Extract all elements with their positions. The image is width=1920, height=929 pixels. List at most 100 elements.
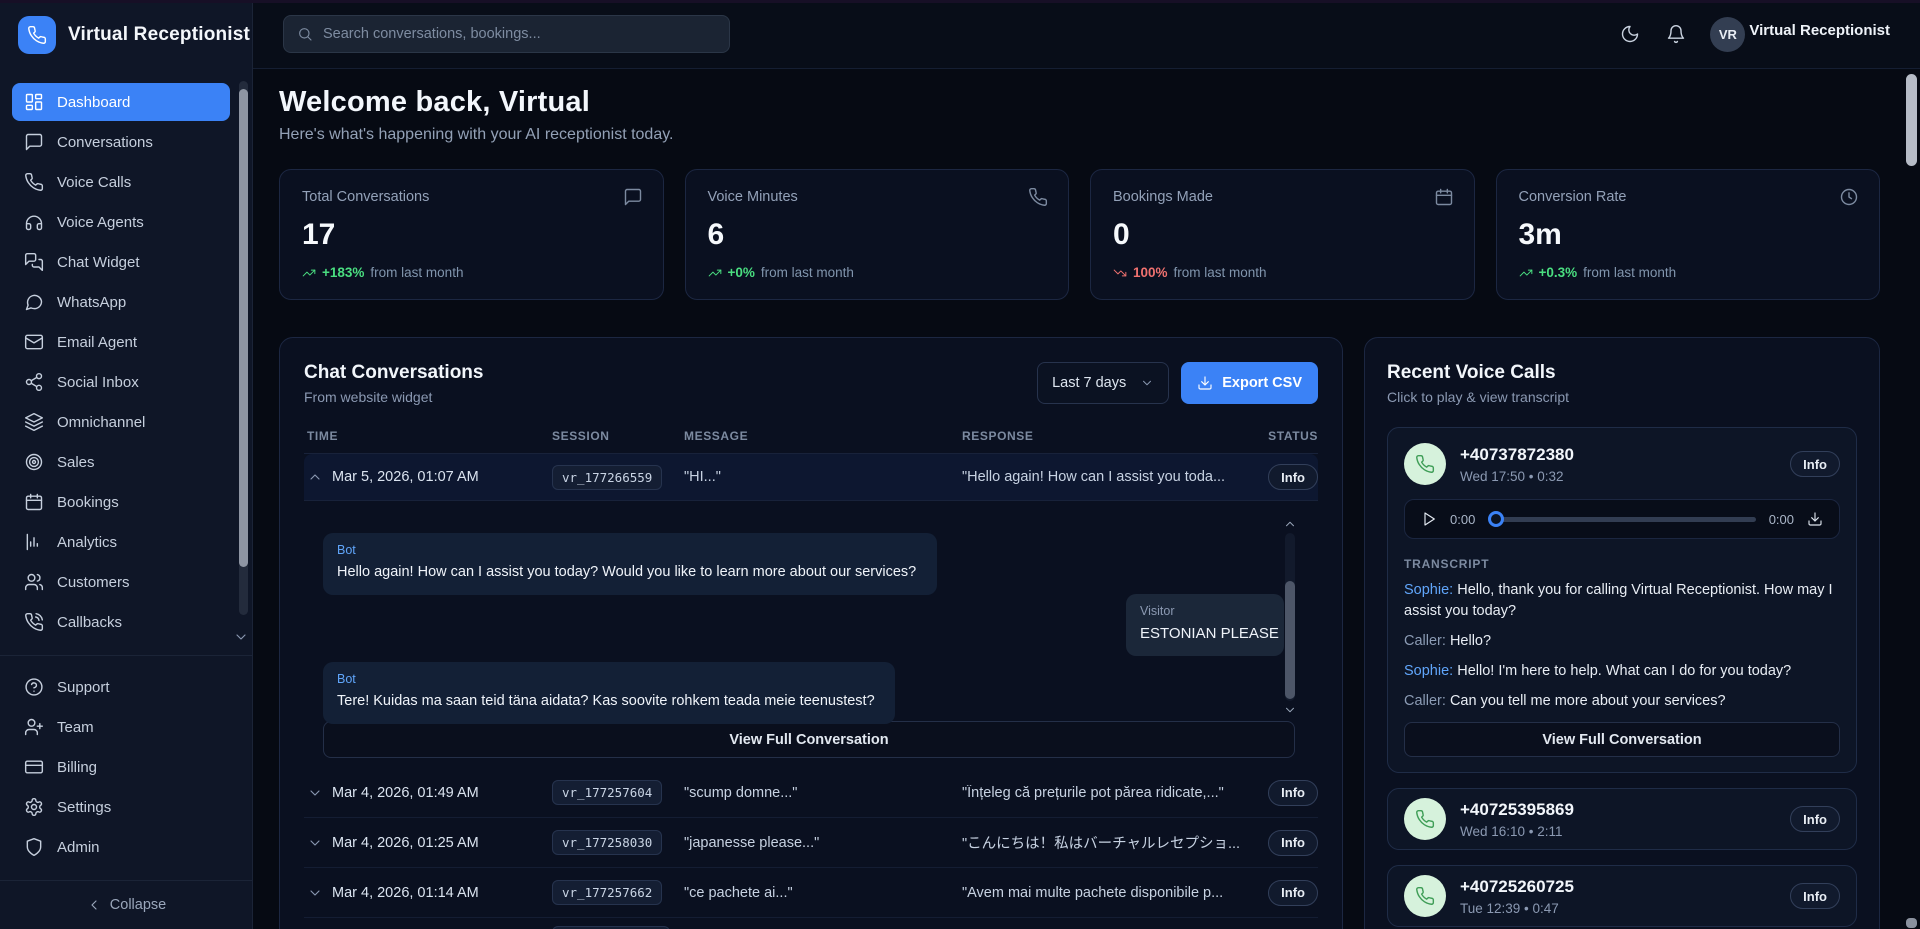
- voice-call-card[interactable]: +40725395869 Wed 16:10 • 2:11 Info: [1387, 788, 1857, 850]
- voice-call-card[interactable]: +40725260725 Tue 12:39 • 0:47 Info: [1387, 865, 1857, 927]
- notifications-bell-icon[interactable]: [1664, 22, 1688, 46]
- table-row[interactable]: Mar 4, 2026, 01:25 AM vr_177258030 "japa…: [304, 818, 1318, 868]
- sidebar-item-sales[interactable]: Sales: [12, 443, 230, 481]
- chevron-down-icon[interactable]: [307, 835, 332, 851]
- phone-icon: [1404, 798, 1446, 840]
- seek-slider[interactable]: [1488, 511, 1755, 527]
- sidebar-item-label: Admin: [57, 839, 100, 856]
- sidebar-item-customers[interactable]: Customers: [12, 563, 230, 601]
- transcript-text: Hello, thank you for calling Virtual Rec…: [1404, 582, 1833, 619]
- table-row[interactable]: Mar 5, 2026, 01:07 AM vr_177266559 "HI..…: [304, 454, 1318, 501]
- sidebar-item-label: Support: [57, 679, 110, 696]
- window-scrollbar-thumb[interactable]: [1906, 74, 1917, 166]
- date-range-value: Last 7 days: [1052, 375, 1126, 391]
- sidebar-item-admin[interactable]: Admin: [12, 828, 230, 866]
- sidebar-item-billing[interactable]: Billing: [12, 748, 230, 786]
- sidebar-item-label: Social Inbox: [57, 374, 139, 391]
- sidebar-item-support[interactable]: Support: [12, 668, 230, 706]
- chat-panel-title: Chat Conversations: [304, 362, 483, 384]
- sidebar-item-voice-agents[interactable]: Voice Agents: [12, 203, 230, 241]
- window-scrollbar-bottom[interactable]: [1906, 918, 1917, 928]
- sidebar-item-email-agent[interactable]: Email Agent: [12, 323, 230, 361]
- row-response: "Înțeleg că prețurile pot părea ridicate…: [962, 785, 1264, 801]
- row-response: "こんにちは！私はバーチャルレセプショ...: [962, 832, 1264, 853]
- message-square-icon: [24, 132, 44, 152]
- sidebar-item-settings[interactable]: Settings: [12, 788, 230, 826]
- play-button[interactable]: [1421, 511, 1437, 527]
- sidebar-item-label: Sales: [57, 454, 95, 471]
- sidebar-item-bookings[interactable]: Bookings: [12, 483, 230, 521]
- scroll-down-chevron-icon[interactable]: [1283, 703, 1297, 717]
- window-scrollbar[interactable]: [1906, 72, 1918, 929]
- user-menu[interactable]: VR Virtual Receptionist: [1710, 17, 1890, 52]
- sidebar: Virtual Receptionist Dashboard Conversat…: [0, 0, 253, 929]
- info-badge[interactable]: Info: [1790, 451, 1840, 477]
- sidebar-item-team[interactable]: Team: [12, 708, 230, 746]
- phone-icon: [1404, 443, 1446, 485]
- headphones-icon: [24, 212, 44, 232]
- info-badge[interactable]: Info: [1268, 464, 1318, 490]
- sidebar-item-whatsapp[interactable]: WhatsApp: [12, 283, 230, 321]
- chevron-down-icon[interactable]: [307, 785, 332, 801]
- speaker-label: Sophie:: [1404, 663, 1453, 679]
- call-number: +40725260725: [1460, 877, 1574, 897]
- trending-up-icon: [302, 266, 316, 280]
- info-badge[interactable]: Info: [1790, 883, 1840, 909]
- sidebar-item-omnichannel[interactable]: Omnichannel: [12, 403, 230, 441]
- total-time: 0:00: [1769, 512, 1794, 527]
- sidebar-item-social-inbox[interactable]: Social Inbox: [12, 363, 230, 401]
- stat-value: 6: [708, 218, 1047, 252]
- sidebar-item-dashboard[interactable]: Dashboard: [12, 83, 230, 121]
- bubble-text: Tere! Kuidas ma saan teid täna aidata? K…: [337, 692, 881, 712]
- info-badge[interactable]: Info: [1268, 830, 1318, 856]
- sidebar-scrollbar-thumb[interactable]: [239, 89, 248, 567]
- stat-delta: +183% from last month: [302, 265, 641, 280]
- theme-toggle-moon-icon[interactable]: [1618, 22, 1642, 46]
- sidebar-item-conversations[interactable]: Conversations: [12, 123, 230, 161]
- table-row[interactable]: Mar 4, 2026, 01:49 AM vr_177257604 "scum…: [304, 768, 1318, 818]
- phone-icon: [24, 172, 44, 192]
- sidebar-scrollbar[interactable]: [239, 81, 248, 615]
- speaker-label: Caller:: [1404, 633, 1446, 649]
- voice-call-header[interactable]: +40737872380 Wed 17:50 • 0:32 Info: [1404, 443, 1840, 485]
- sidebar-item-voice-calls[interactable]: Voice Calls: [12, 163, 230, 201]
- sidebar-item-chat-widget[interactable]: Chat Widget: [12, 243, 230, 281]
- view-full-conversation-button[interactable]: View Full Conversation: [323, 721, 1295, 758]
- call-meta: Wed 17:50 • 0:32: [1460, 469, 1574, 484]
- table-row[interactable]: Mar 4, 2026, 01:14 AM vr_177257662 "ce p…: [304, 868, 1318, 918]
- seek-track[interactable]: [1494, 517, 1755, 522]
- page-title: Welcome back, Virtual: [279, 86, 1880, 119]
- thread-scrollbar-thumb[interactable]: [1285, 581, 1295, 699]
- seek-thumb[interactable]: [1488, 511, 1504, 527]
- info-badge[interactable]: Info: [1268, 780, 1318, 806]
- phone-call-icon: [24, 612, 44, 632]
- stat-delta-value: +0%: [728, 265, 755, 280]
- download-recording-icon[interactable]: [1807, 511, 1823, 527]
- calendar-icon: [1434, 187, 1454, 211]
- search-input[interactable]: [323, 26, 716, 42]
- stat-delta: +0.3% from last month: [1519, 265, 1858, 280]
- thread-scrollbar-track[interactable]: [1285, 533, 1295, 701]
- stat-card-total-conversations: Total Conversations 17 +183% from last m…: [279, 169, 664, 300]
- message-square-icon: [623, 187, 643, 211]
- avatar[interactable]: VR: [1710, 17, 1745, 52]
- users-icon: [24, 572, 44, 592]
- export-csv-button[interactable]: Export CSV: [1181, 362, 1318, 404]
- view-full-conversation-button[interactable]: View Full Conversation: [1404, 722, 1840, 757]
- info-badge[interactable]: Info: [1790, 806, 1840, 832]
- sidebar-item-analytics[interactable]: Analytics: [12, 523, 230, 561]
- app-root: Virtual Receptionist Dashboard Conversat…: [0, 0, 1920, 929]
- user-plus-icon: [24, 717, 44, 737]
- thread-scrollbar[interactable]: [1284, 517, 1296, 717]
- voice-call-header[interactable]: +40725395869 Wed 16:10 • 2:11 Info: [1404, 798, 1840, 840]
- scroll-up-chevron-icon[interactable]: [1283, 517, 1297, 531]
- voice-call-header[interactable]: +40725260725 Tue 12:39 • 0:47 Info: [1404, 875, 1840, 917]
- chevron-down-icon[interactable]: [307, 885, 332, 901]
- stat-value: 17: [302, 218, 641, 252]
- sidebar-item-callbacks[interactable]: Callbacks: [12, 603, 230, 641]
- info-badge[interactable]: Info: [1268, 880, 1318, 906]
- chevron-up-icon[interactable]: [307, 469, 332, 485]
- call-meta: Tue 12:39 • 0:47: [1460, 901, 1574, 916]
- sidebar-collapse-button[interactable]: Collapse: [0, 881, 252, 929]
- date-range-select[interactable]: Last 7 days: [1037, 362, 1169, 404]
